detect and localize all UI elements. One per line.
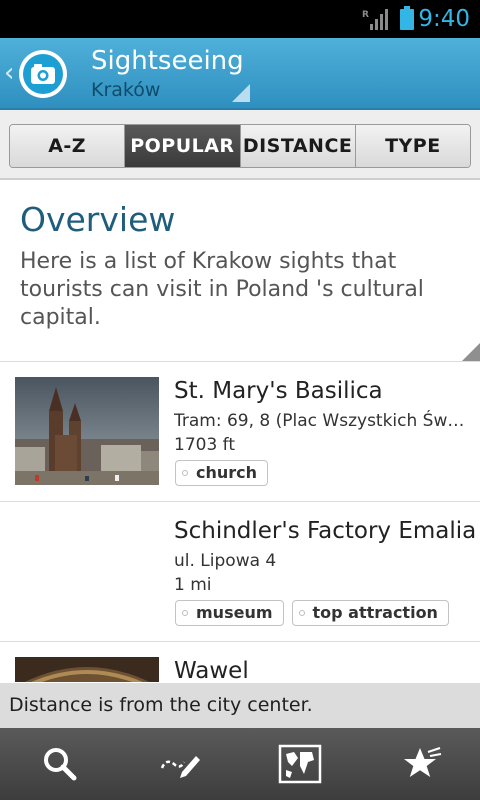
favorites-button[interactable] — [360, 728, 480, 800]
basilica-thumbnail — [15, 377, 159, 485]
toast-message: Distance is from the city center. — [0, 683, 480, 728]
city-subtitle[interactable]: Kraków — [91, 78, 160, 102]
toast-text: Distance is from the city center. — [9, 694, 313, 716]
wawel-thumbnail — [15, 657, 159, 682]
signal-icon: R — [362, 9, 388, 30]
tag-dot-icon — [298, 610, 305, 616]
tag-top-attraction[interactable]: top attraction — [291, 600, 449, 626]
list-item[interactable]: Wawel — [0, 642, 480, 682]
sort-tabs: A-Z POPULAR DISTANCE TYPE — [9, 124, 471, 168]
app-logo-camera-icon[interactable] — [19, 50, 67, 98]
sort-tab-strip: A-Z POPULAR DISTANCE TYPE — [0, 110, 480, 180]
favorites-icon — [404, 747, 442, 777]
search-icon — [44, 748, 77, 781]
tag-museum[interactable]: museum — [175, 600, 284, 626]
map-button[interactable] — [240, 728, 360, 800]
tag-label: museum — [196, 603, 273, 622]
bottom-bar — [0, 728, 480, 800]
city-dropdown-indicator-icon[interactable] — [232, 84, 250, 102]
sight-distance: 1703 ft — [174, 435, 236, 455]
tag-label: church — [196, 463, 258, 482]
app-screen: R 9:40 ‹ Sightseeing Kraków A-Z POPULAR … — [0, 0, 480, 800]
sight-name: St. Mary's Basilica — [174, 378, 383, 404]
tab-a-z[interactable]: A-Z — [10, 125, 126, 167]
sights-list: St. Mary's Basilica Tram: 69, 8 (Plac Ws… — [0, 362, 480, 682]
tag-label: top attraction — [312, 603, 438, 622]
sight-distance: 1 mi — [174, 575, 212, 595]
tag-dot-icon — [182, 470, 188, 476]
status-bar: R 9:40 — [0, 0, 480, 38]
tab-popular[interactable]: POPULAR — [125, 125, 241, 167]
tab-distance[interactable]: DISTANCE — [240, 125, 356, 167]
back-chevron-icon[interactable]: ‹ — [4, 58, 14, 88]
overview-title: Overview — [20, 200, 176, 239]
overview-section[interactable]: Overview Here is a list of Krakow sights… — [0, 182, 480, 362]
status-time: 9:40 — [418, 6, 470, 32]
battery-icon — [400, 6, 414, 30]
list-item[interactable]: St. Mary's Basilica Tram: 69, 8 (Plac Ws… — [0, 362, 480, 502]
tag-dot-icon — [182, 610, 188, 616]
notes-button[interactable] — [120, 728, 240, 800]
sight-name: Schindler's Factory Emalia — [174, 518, 477, 544]
tag-church[interactable]: church — [175, 460, 269, 486]
tag-list: museum top attraction — [175, 600, 449, 626]
list-item[interactable]: Schindler's Factory Emalia ul. Lipowa 4 … — [0, 502, 480, 642]
tag-list: church — [175, 460, 269, 486]
svg-text:R: R — [362, 10, 369, 20]
sight-name: Wawel — [174, 658, 249, 682]
expand-corner-icon[interactable] — [462, 343, 480, 361]
sight-address: ul. Lipowa 4 — [174, 551, 277, 571]
map-icon — [278, 744, 322, 784]
page-title: Sightseeing — [91, 46, 244, 76]
sight-address: Tram: 69, 8 (Plac Wszystkich Świętych) — [174, 411, 466, 431]
tab-type[interactable]: TYPE — [355, 125, 470, 167]
search-button[interactable] — [0, 728, 120, 800]
overview-text: Here is a list of Krakow sights that tou… — [20, 249, 424, 330]
edit-icon — [160, 756, 200, 778]
